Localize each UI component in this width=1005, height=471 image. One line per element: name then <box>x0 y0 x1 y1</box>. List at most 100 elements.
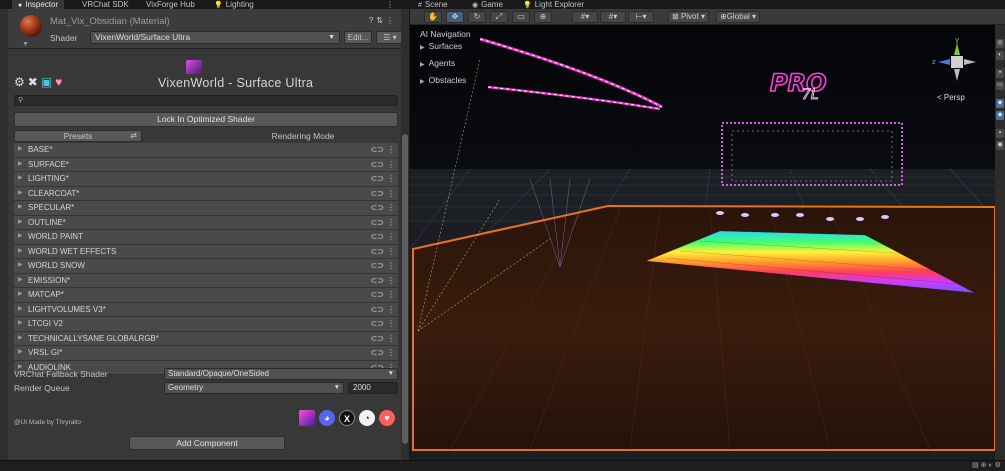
section-world-paint[interactable]: ▶ WORLD PAINT ⊂⊃ ⋮ <box>14 230 398 245</box>
add-component-button[interactable]: Add Component <box>129 436 285 450</box>
ai-navigation-title[interactable]: AI Navigation <box>420 29 471 39</box>
link-icon[interactable]: ⊂⊃ <box>371 259 384 273</box>
overlay-tool-icon[interactable]: ▪ <box>996 129 1004 138</box>
render-queue-dropdown[interactable]: Geometry ▼ <box>164 382 344 394</box>
ai-nav-item-obstacles[interactable]: ▶ Obstacles <box>420 75 466 85</box>
tab-scene[interactable]: # Scene <box>418 0 448 9</box>
kebab-menu-icon[interactable]: ⋮ <box>387 201 395 215</box>
rotate-tool-icon[interactable]: ↻ <box>468 11 486 23</box>
render-queue-number[interactable]: 2000 <box>348 382 398 394</box>
overlay-tool-icon[interactable]: ◆ <box>996 111 1004 120</box>
vixenworld-icon[interactable] <box>299 410 315 426</box>
material-preview-sphere[interactable] <box>20 15 42 37</box>
link-icon[interactable]: ⊂⊃ <box>371 172 384 186</box>
kofi-icon[interactable]: ♥ <box>379 410 395 426</box>
section-surface[interactable]: ▶ SURFACE* ⊂⊃ ⋮ <box>14 157 398 172</box>
lock-in-optimized-shader-button[interactable]: Lock In Optimized Shader <box>14 112 398 127</box>
section-lightvolumes-v3[interactable]: ▶ LIGHTVOLUMES V3* ⊂⊃ ⋮ <box>14 302 398 317</box>
kebab-menu-icon[interactable]: ⋮ <box>386 16 397 25</box>
grid-visibility-icon[interactable]: #▾ <box>600 11 626 23</box>
link-icon[interactable]: ⊂⊃ <box>371 245 384 259</box>
global-dropdown[interactable]: ⊕Global ▾ <box>716 11 761 23</box>
link-icon[interactable]: ⊂⊃ <box>371 230 384 244</box>
link-icon[interactable]: ⊂⊃ <box>371 288 384 302</box>
sdk-icon[interactable]: ▣ <box>41 75 52 89</box>
overlay-tool-icon[interactable]: ◓ <box>996 69 1004 78</box>
overlay-tool-icon[interactable]: ◆ <box>996 99 1004 108</box>
inspector-scrollbar[interactable] <box>401 9 409 460</box>
link-icon[interactable]: ⊂⊃ <box>371 158 384 172</box>
link-icon[interactable]: ⊂⊃ <box>371 216 384 230</box>
tab-game[interactable]: ◉ Game <box>472 0 503 9</box>
collapse-arrow-icon[interactable]: ▼ <box>22 41 29 48</box>
section-outline[interactable]: ▶ OUTLINE* ⊂⊃ ⋮ <box>14 215 398 230</box>
section-technicallysane-globalrgb[interactable]: ▶ TECHNICALLYSANE GLOBALRGB* ⊂⊃ ⋮ <box>14 331 398 346</box>
kebab-menu-icon[interactable]: ⋮ <box>387 187 395 201</box>
kebab-menu-icon[interactable]: ⋮ <box>387 332 395 346</box>
shader-options-button[interactable]: ☰ ▾ <box>376 31 404 44</box>
tab-inspector[interactable]: ● Inspector <box>12 0 65 9</box>
link-icon[interactable]: ⊂⊃ <box>371 303 384 317</box>
section-world-wet-effects[interactable]: ▶ WORLD WET EFFECTS ⊂⊃ ⋮ <box>14 244 398 259</box>
kebab-menu-icon[interactable]: ⋮ <box>387 274 395 288</box>
overlay-tool-icon[interactable]: ◐ <box>996 51 1004 60</box>
edit-shader-button[interactable]: Edit... <box>344 31 372 44</box>
window-menu-icon[interactable]: ⋮ <box>386 0 394 9</box>
kebab-menu-icon[interactable]: ⋮ <box>387 216 395 230</box>
hand-tool-icon[interactable]: ✋ <box>424 11 442 23</box>
kebab-menu-icon[interactable]: ⋮ <box>387 259 395 273</box>
ai-nav-item-agents[interactable]: ▶ Agents <box>420 58 455 68</box>
pivot-dropdown[interactable]: ⊠ Pivot ▾ <box>668 11 709 23</box>
scale-tool-icon[interactable]: ⤢ <box>490 11 508 23</box>
tab-lighting[interactable]: 💡 Lighting <box>214 0 254 9</box>
section-clearcoat[interactable]: ▶ CLEARCOAT* ⊂⊃ ⋮ <box>14 186 398 201</box>
kebab-menu-icon[interactable]: ⋮ <box>387 346 395 360</box>
x-icon[interactable]: X <box>339 410 355 426</box>
tab-vrchat-sdk[interactable]: VRChat SDK <box>82 0 129 9</box>
tab-vixforge-hub[interactable]: VixForge Hub <box>146 0 195 9</box>
gear-icon[interactable]: ⚙ <box>14 75 25 89</box>
link-icon[interactable]: ⊂⊃ <box>371 274 384 288</box>
section-lighting[interactable]: ▶ LIGHTING* ⊂⊃ ⋮ <box>14 172 398 187</box>
orientation-gizmo[interactable]: y z <box>932 37 982 87</box>
tools-icon[interactable]: ✖ <box>28 75 38 89</box>
presets-button[interactable]: Presets ⇄ <box>14 130 142 142</box>
discord-icon[interactable]: ◕ <box>319 410 335 426</box>
kebab-menu-icon[interactable]: ⋮ <box>387 288 395 302</box>
kebab-menu-icon[interactable]: ⋮ <box>387 172 395 186</box>
overlay-tool-icon[interactable]: ▭ <box>996 81 1004 90</box>
move-tool-icon[interactable]: ✥ <box>446 11 464 23</box>
scene-viewport[interactable]: PRO 7L <box>410 9 995 460</box>
heart-icon[interactable]: ♥ <box>55 75 62 89</box>
grid-snap-icon[interactable]: #▾ <box>572 11 598 23</box>
kebab-menu-icon[interactable]: ⋮ <box>387 158 395 172</box>
search-input[interactable]: ⚲ <box>14 95 398 106</box>
rect-tool-icon[interactable]: ▭ <box>512 11 530 23</box>
section-base[interactable]: ▶ BASE* ⊂⊃ ⋮ <box>14 143 398 158</box>
link-icon[interactable]: ⊂⊃ <box>371 317 384 331</box>
section-ltcgi-v2[interactable]: ▶ LTCGI V2 ⊂⊃ ⋮ <box>14 317 398 332</box>
ai-nav-item-surfaces[interactable]: ▶ Surfaces <box>420 41 462 51</box>
kebab-menu-icon[interactable]: ⋮ <box>387 317 395 331</box>
link-icon[interactable]: ⊂⊃ <box>371 143 384 157</box>
perspective-label[interactable]: < Persp <box>937 93 965 102</box>
shader-dropdown[interactable]: VixenWorld/Surface Ultra ▼ <box>90 31 340 44</box>
scrollbar-thumb[interactable] <box>402 134 408 444</box>
link-icon[interactable]: ⊂⊃ <box>371 187 384 201</box>
link-icon[interactable]: ⊂⊃ <box>371 332 384 346</box>
kebab-menu-icon[interactable]: ⋮ <box>387 143 395 157</box>
kebab-menu-icon[interactable]: ⋮ <box>387 230 395 244</box>
settings-sliders-icon[interactable]: ⇅ <box>376 16 386 25</box>
section-emission[interactable]: ▶ EMISSION* ⊂⊃ ⋮ <box>14 273 398 288</box>
overlay-tool-icon[interactable]: ◎ <box>996 39 1004 48</box>
section-specular[interactable]: ▶ SPECULAR* ⊂⊃ ⋮ <box>14 201 398 216</box>
section-vrsl-gi[interactable]: ▶ VRSL GI* ⊂⊃ ⋮ <box>14 346 398 361</box>
increment-snap-icon[interactable]: ⊢▾ <box>628 11 654 23</box>
transform-tool-icon[interactable]: ⊕ <box>534 11 552 23</box>
tab-light-explorer[interactable]: 💡 Light Explorer <box>523 0 584 9</box>
kebab-menu-icon[interactable]: ⋮ <box>387 303 395 317</box>
github-icon[interactable]: ◔ <box>359 410 375 426</box>
section-matcap[interactable]: ▶ MATCAP* ⊂⊃ ⋮ <box>14 288 398 303</box>
section-world-snow[interactable]: ▶ WORLD SNOW ⊂⊃ ⋮ <box>14 259 398 274</box>
link-icon[interactable]: ⊂⊃ <box>371 201 384 215</box>
